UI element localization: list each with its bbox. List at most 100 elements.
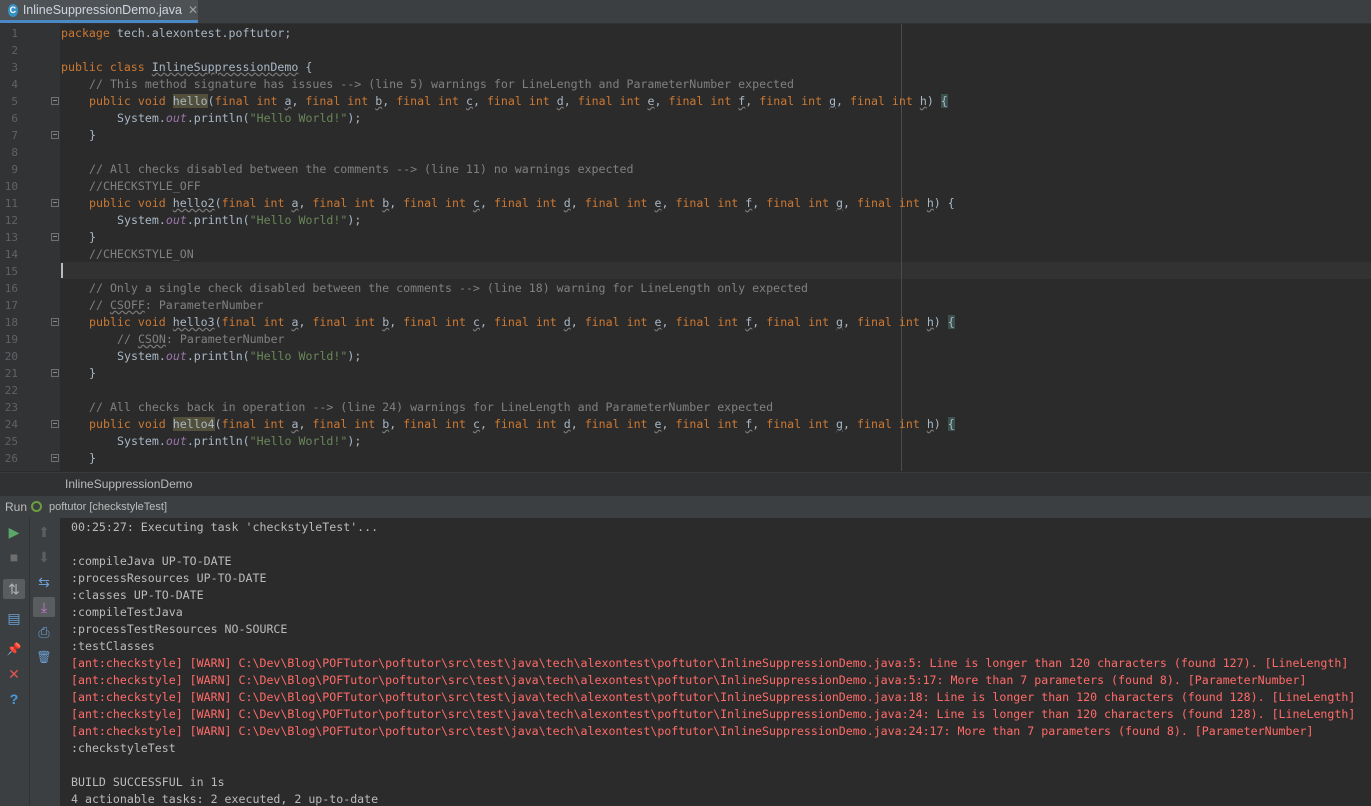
run-label: Run <box>5 500 28 514</box>
line-number: 26 <box>4 452 18 465</box>
line-number: 11 <box>4 197 18 210</box>
console-warning-line: [ant:checkstyle] [WARN] C:\Dev\Blog\POFT… <box>71 707 1356 721</box>
keyword: final int <box>857 196 920 210</box>
line-number: 1 <box>11 27 18 40</box>
fold-marker[interactable] <box>51 97 59 105</box>
keyword: final int <box>403 315 466 329</box>
console-line: 00:25:27: Executing task 'checkstyleTest… <box>71 520 379 534</box>
close-icon[interactable]: ✕ <box>3 664 25 684</box>
sort-icon[interactable]: ⇅ <box>3 579 25 599</box>
open-brace: { <box>947 417 955 431</box>
print-icon[interactable]: ⎙ <box>33 622 55 642</box>
scroll-to-end-icon[interactable]: ⤓ <box>33 597 55 617</box>
text-caret <box>61 263 63 278</box>
code-line-16: // Only a single check disabled between … <box>89 281 808 295</box>
soft-wrap-icon[interactable]: ⇆ <box>33 572 55 592</box>
string-literal: "Hello World!" <box>249 434 348 448</box>
stop-icon[interactable]: ■ <box>3 547 25 567</box>
param-name: h <box>919 94 927 108</box>
code-line-12: System.out.println("Hello World!"); <box>117 213 362 227</box>
breadcrumb-class[interactable]: InlineSuppressionDemo <box>65 477 192 491</box>
fold-marker[interactable] <box>51 318 59 326</box>
keyword: final int <box>584 315 648 329</box>
keyword: final int <box>584 196 648 210</box>
code-line-23: // All checks back in operation --> (lin… <box>89 400 774 414</box>
tab-close-icon[interactable]: ✕ <box>188 3 198 17</box>
param-name: e <box>647 94 655 108</box>
fold-marker[interactable] <box>51 199 59 207</box>
keyword: final int <box>584 417 648 431</box>
line-number: 14 <box>4 248 18 261</box>
line-number: 19 <box>4 333 18 346</box>
param-name: c <box>472 196 480 210</box>
param-name: d <box>563 417 571 431</box>
tab-inline-suppression-demo[interactable]: C InlineSuppressionDemo.java ✕ <box>0 0 198 23</box>
rerun-icon[interactable]: ▶ <box>3 522 25 542</box>
code-line-6: System.out.println("Hello World!"); <box>117 111 362 125</box>
code-line-5: public void hello(final int a, final int… <box>89 94 948 108</box>
open-brace: { <box>947 315 955 329</box>
fold-marker[interactable] <box>51 369 59 377</box>
keyword: final int <box>668 94 732 108</box>
run-toolbar-secondary: ⬆ ⬇ ⇆ ⤓ ⎙ 🗑 <box>30 518 61 806</box>
help-icon[interactable]: ? <box>3 689 25 709</box>
method-name: hello2 <box>172 196 215 210</box>
line-number: 20 <box>4 350 18 363</box>
code-line-3: public class InlineSuppressionDemo { <box>61 60 313 74</box>
run-tab-task[interactable]: poftutor [checkstyleTest] <box>49 501 167 513</box>
string-literal: "Hello World!" <box>249 111 348 125</box>
editor-tab-bar: C InlineSuppressionDemo.java ✕ <box>0 0 1371 24</box>
method-name: hello3 <box>172 315 215 329</box>
fold-marker[interactable] <box>51 233 59 241</box>
run-tool-window-header: Run poftutor [checkstyleTest] <box>0 495 1371 519</box>
line-number: 5 <box>11 95 18 108</box>
keyword: final int <box>221 417 285 431</box>
console-warning-line: [ant:checkstyle] [WARN] C:\Dev\Blog\POFT… <box>71 673 1307 687</box>
code-editor[interactable]: 1 2 3 4 5 6 7 8 9 10 11 12 13 14 15 16 17 18 19 20 21 22 23 24 2… <box>0 24 1371 471</box>
param-name: c <box>472 315 480 329</box>
fold-marker[interactable] <box>51 454 59 462</box>
keyword: final int <box>396 94 460 108</box>
keyword: final int <box>766 417 830 431</box>
code-line-14: //CHECKSTYLE_ON <box>89 247 194 261</box>
code-line-21: } <box>89 366 96 380</box>
current-line-highlight <box>60 262 1371 279</box>
pin-icon[interactable]: 📌 <box>3 639 25 659</box>
console-line: :testClasses <box>71 639 155 653</box>
fold-marker[interactable] <box>51 420 59 428</box>
trash-icon[interactable]: 🗑 <box>33 647 55 667</box>
code-line-7: } <box>89 128 96 142</box>
arrow-down-icon[interactable]: ⬇ <box>33 547 55 567</box>
keyword: final int <box>857 417 920 431</box>
fold-marker[interactable] <box>51 131 59 139</box>
field-out: out <box>165 349 187 363</box>
code-line-26: } <box>89 451 96 465</box>
keyword: final int <box>493 315 557 329</box>
code-line-24: public void hello4(final int a, final in… <box>89 417 955 431</box>
code-line-20: System.out.println("Hello World!"); <box>117 349 362 363</box>
code-line-13: } <box>89 230 96 244</box>
field-out: out <box>165 434 187 448</box>
param-name: d <box>563 196 571 210</box>
keyword: final int <box>675 417 739 431</box>
keyword: final int <box>305 94 369 108</box>
string-literal: "Hello World!" <box>249 349 348 363</box>
param-name: c <box>472 417 480 431</box>
line-number: 4 <box>11 78 18 91</box>
code-line-11: public void hello2(final int a, final in… <box>89 196 955 210</box>
java-class-icon: C <box>8 3 18 17</box>
line-number: 15 <box>4 265 18 278</box>
console-line: :compileTestJava <box>71 605 183 619</box>
param-name: g <box>836 417 844 431</box>
method-name: hello4 <box>172 417 215 431</box>
keyword: public void <box>89 417 166 431</box>
keyword: final int <box>493 417 557 431</box>
keyword: public void <box>89 315 166 329</box>
run-console[interactable]: 00:25:27: Executing task 'checkstyleTest… <box>61 518 1371 806</box>
layout-icon[interactable]: ▤ <box>3 608 25 628</box>
line-number: 25 <box>4 435 18 448</box>
code-line-19: // CSON: ParameterNumber <box>117 332 285 346</box>
arrow-up-icon[interactable]: ⬆ <box>33 522 55 542</box>
code-line-18: public void hello3(final int a, final in… <box>89 315 955 329</box>
console-line: :classes UP-TO-DATE <box>71 588 204 602</box>
